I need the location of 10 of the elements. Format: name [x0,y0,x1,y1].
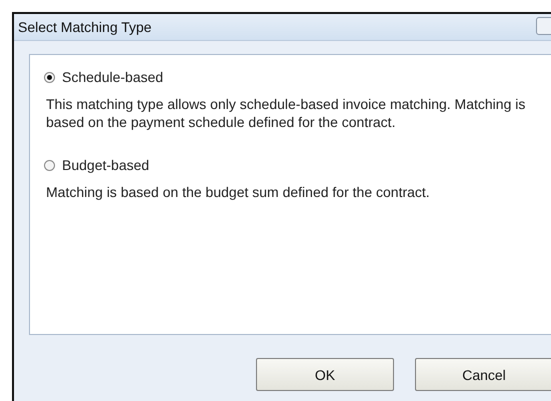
ok-button[interactable]: OK [256,358,394,391]
option-label[interactable]: Budget-based [62,157,150,173]
cancel-button[interactable]: Cancel [415,358,551,391]
option-description: This matching type allows only schedule-based invoice matching. Matching is based on the payment schedule defined for the contract. [46,95,526,131]
option-description: Matching is based on the budget sum defined for the contract. [46,183,431,201]
window-title: Select Matching Type [18,19,152,35]
close-button[interactable] [536,17,551,35]
radio-button[interactable] [44,72,55,82]
option-label[interactable]: Schedule-based [62,69,164,85]
radio-button[interactable] [44,160,55,170]
